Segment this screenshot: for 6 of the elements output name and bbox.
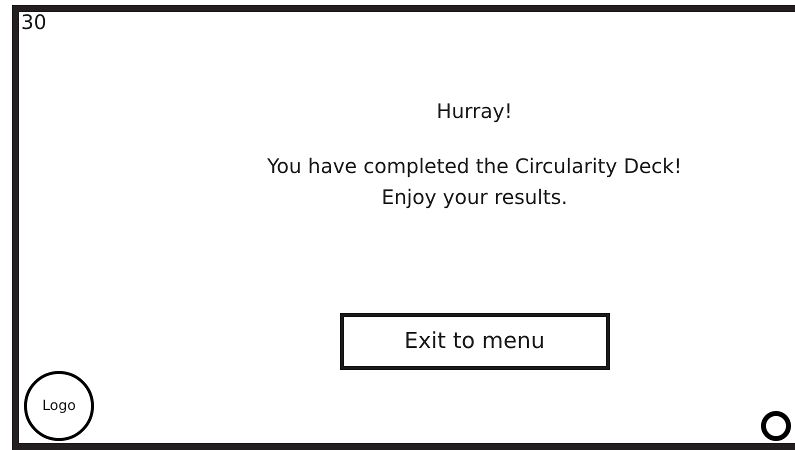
ring-icon[interactable]	[761, 411, 791, 441]
exit-button[interactable]: Exit to menu	[340, 313, 610, 370]
title-text: Hurray!	[436, 98, 512, 125]
logo-text: Logo	[42, 396, 76, 416]
message-text: You have completed the Circularity Deck! Enjoy your results.	[267, 153, 682, 211]
counter-text: 30	[20, 12, 46, 32]
